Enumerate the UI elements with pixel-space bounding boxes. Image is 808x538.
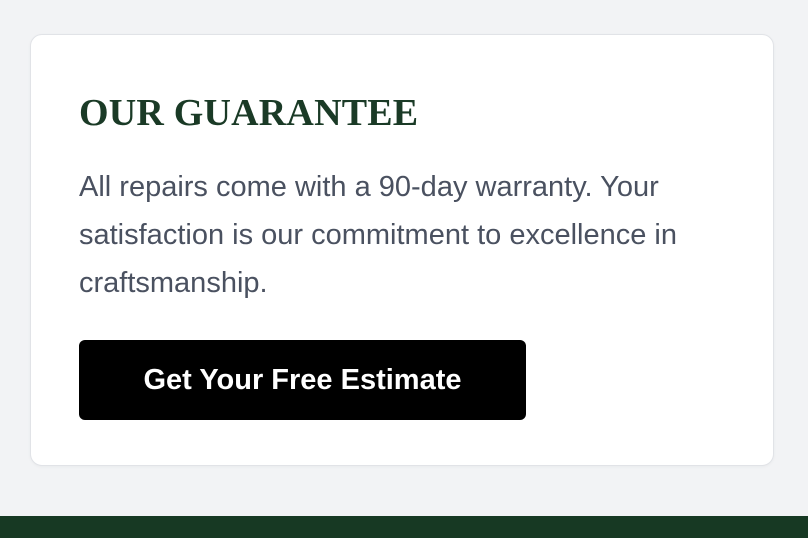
- footer-bar: [0, 516, 808, 538]
- guarantee-description: All repairs come with a 90-day warranty.…: [79, 171, 677, 299]
- guarantee-title: OUR GUARANTEE: [79, 92, 419, 134]
- free-estimate-button[interactable]: Get Your Free Estimate: [79, 340, 526, 420]
- guarantee-card: OUR GUARANTEE All repairs come with a 90…: [30, 34, 774, 466]
